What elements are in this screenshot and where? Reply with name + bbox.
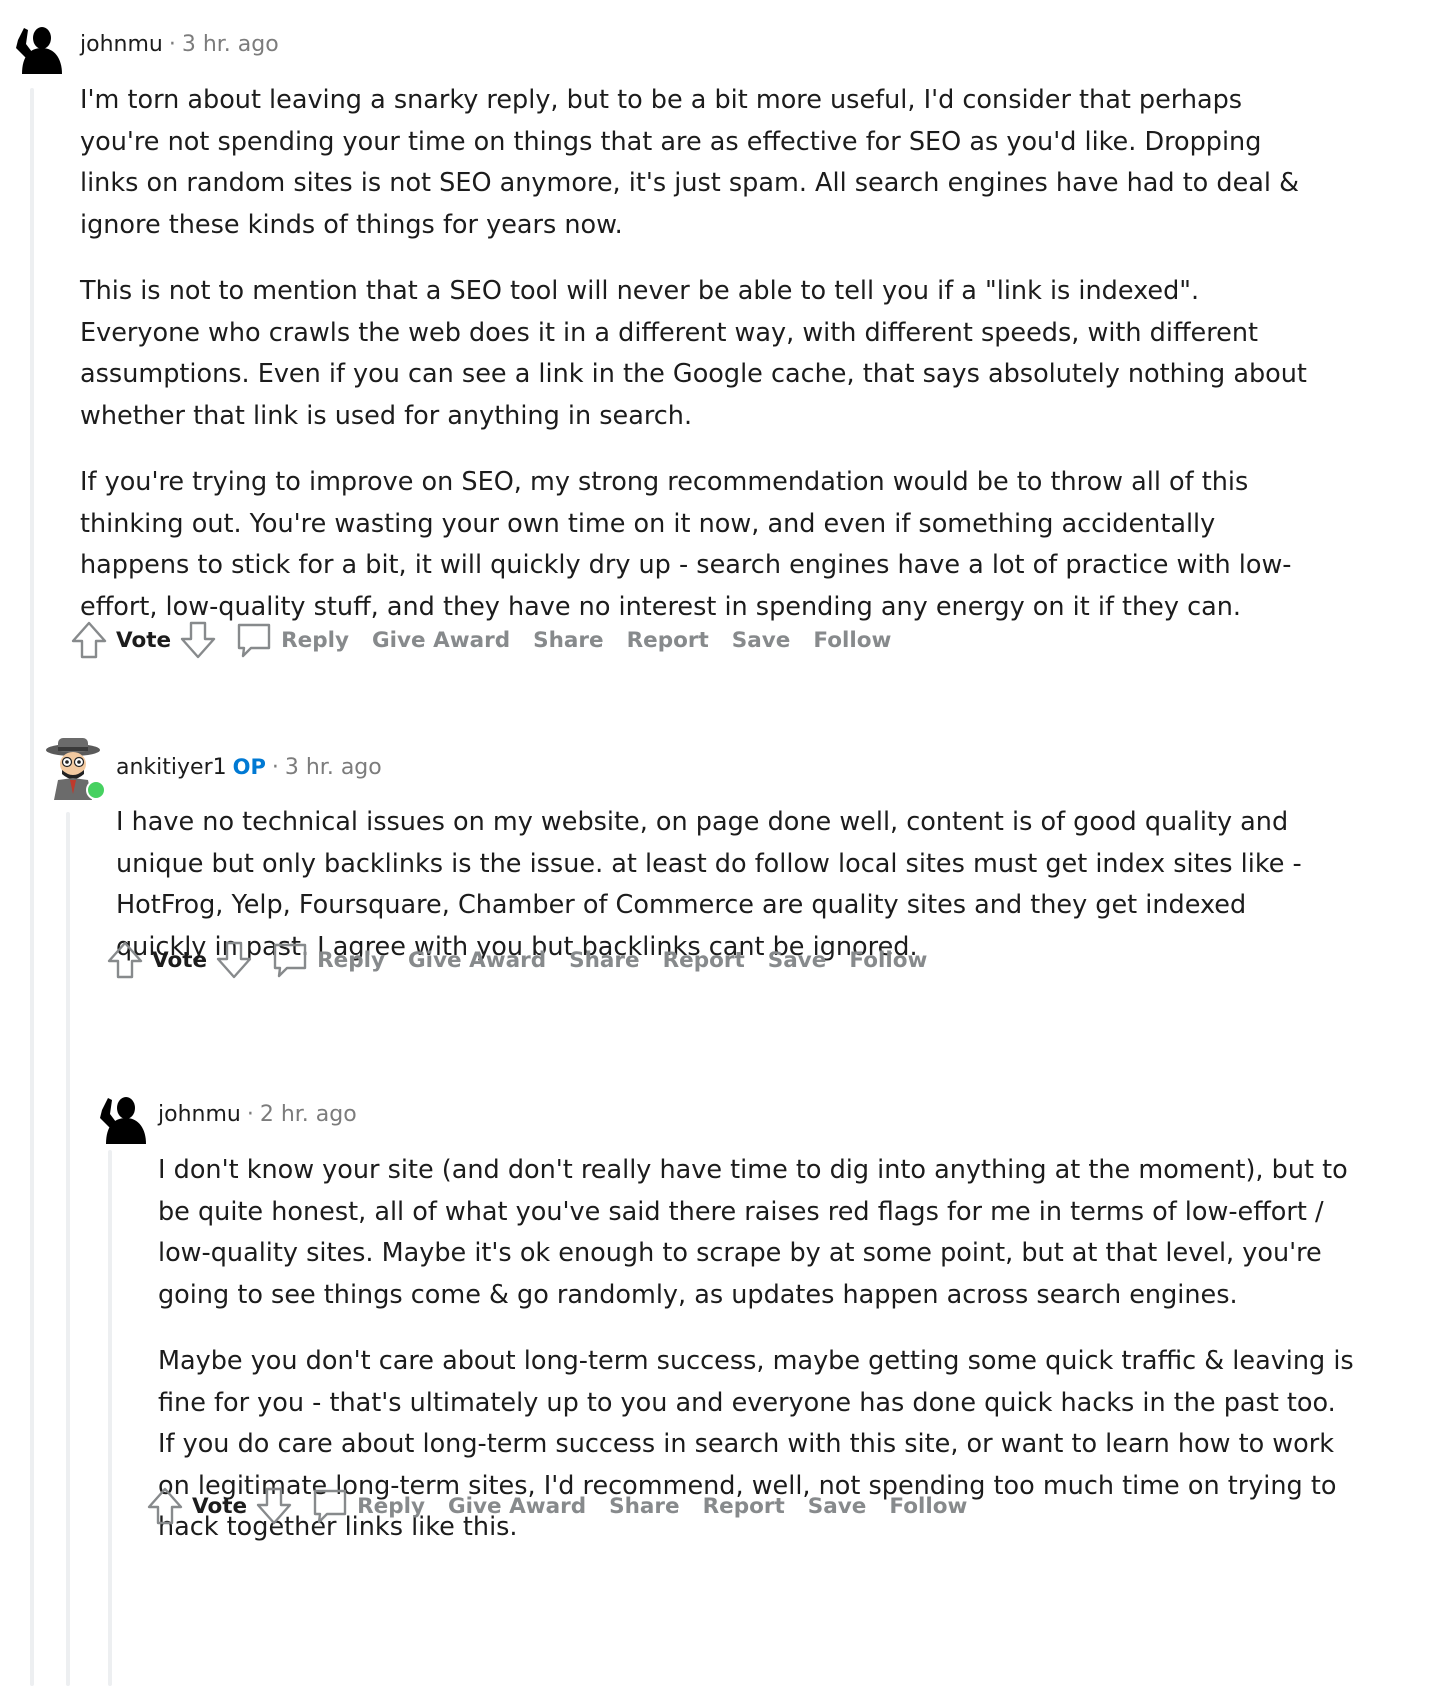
give-award-button[interactable]: Give Award <box>448 1494 586 1519</box>
share-button[interactable]: Share <box>533 628 603 653</box>
vote-label: Vote <box>192 1493 248 1519</box>
upvote-arrow-icon[interactable] <box>106 940 144 980</box>
comment-actions: Vote Reply Give Award Share Report Save … <box>70 618 914 662</box>
thread-line-level-2[interactable] <box>66 812 70 1686</box>
save-button[interactable]: Save <box>768 948 827 973</box>
follow-button[interactable]: Follow <box>889 1494 967 1519</box>
comment-bubble-icon <box>311 1486 349 1526</box>
upvote-arrow-icon[interactable] <box>70 620 108 660</box>
meta-separator: · <box>246 1102 254 1127</box>
timestamp[interactable]: 2 hr. ago <box>260 1102 357 1127</box>
report-button[interactable]: Report <box>703 1494 785 1519</box>
comment-meta: johnmu · 3 hr. ago <box>80 30 279 60</box>
give-award-button[interactable]: Give Award <box>408 948 546 973</box>
vote-label: Vote <box>116 627 172 653</box>
report-button[interactable]: Report <box>627 628 709 653</box>
downvote-arrow-icon[interactable] <box>255 1486 293 1526</box>
comment-body: I'm torn about leaving a snarky reply, b… <box>80 80 1314 653</box>
downvote-arrow-icon[interactable] <box>179 620 217 660</box>
comment-paragraph: I don't know your site (and don't really… <box>158 1155 1348 1310</box>
reply-label: Reply <box>317 947 386 973</box>
detective-cartoon-avatar-icon[interactable] <box>40 734 106 800</box>
follow-button[interactable]: Follow <box>849 948 927 973</box>
comment-paragraph: This is not to mention that a SEO tool w… <box>80 276 1307 431</box>
comment-actions: Vote Reply Give Award Share Report Save … <box>146 1484 990 1528</box>
meta-separator: · <box>271 755 279 780</box>
online-status-indicator <box>86 780 106 800</box>
reply-button[interactable]: Reply <box>311 1486 425 1526</box>
thread-line-level-1[interactable] <box>30 88 34 1686</box>
share-button[interactable]: Share <box>569 948 639 973</box>
follow-button[interactable]: Follow <box>813 628 891 653</box>
give-award-button[interactable]: Give Award <box>372 628 510 653</box>
comment-meta: ankitiyer1 OP · 3 hr. ago <box>116 752 382 783</box>
comment-paragraph: I'm torn about leaving a snarky reply, b… <box>80 85 1299 240</box>
author-username[interactable]: johnmu <box>80 32 163 57</box>
vote-label: Vote <box>152 947 208 973</box>
comment-actions: Vote Reply Give Award Share Report Save … <box>106 938 950 982</box>
downvote-arrow-icon[interactable] <box>215 940 253 980</box>
thread-line-level-3[interactable] <box>108 1150 112 1686</box>
report-button[interactable]: Report <box>663 948 745 973</box>
comment-bubble-icon <box>271 940 309 980</box>
author-username[interactable]: johnmu <box>158 1102 241 1127</box>
comment-paragraph: If you're trying to improve on SEO, my s… <box>80 467 1292 622</box>
silhouette-waving-avatar-icon[interactable] <box>92 1088 148 1144</box>
timestamp[interactable]: 3 hr. ago <box>285 755 382 780</box>
author-username[interactable]: ankitiyer1 <box>116 755 227 780</box>
timestamp[interactable]: 3 hr. ago <box>182 32 279 57</box>
meta-separator: · <box>168 32 176 57</box>
comment-thread: johnmu · 3 hr. ago I'm torn about leaving … <box>0 0 1446 1686</box>
comment-meta: johnmu · 2 hr. ago <box>158 1100 357 1130</box>
reply-label: Reply <box>357 1493 426 1519</box>
save-button[interactable]: Save <box>732 628 791 653</box>
reply-label: Reply <box>281 627 350 653</box>
share-button[interactable]: Share <box>609 1494 679 1519</box>
op-badge: OP <box>232 755 266 779</box>
reply-button[interactable]: Reply <box>271 940 385 980</box>
comment-bubble-icon <box>235 620 273 660</box>
upvote-arrow-icon[interactable] <box>146 1486 184 1526</box>
save-button[interactable]: Save <box>808 1494 867 1519</box>
reply-button[interactable]: Reply <box>235 620 349 660</box>
silhouette-waving-avatar-icon[interactable] <box>8 18 64 74</box>
